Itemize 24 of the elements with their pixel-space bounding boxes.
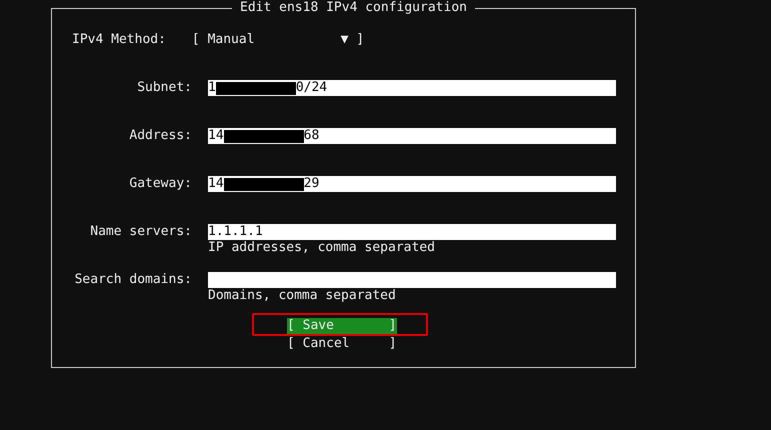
input-field[interactable] <box>208 272 616 288</box>
field-value: 14 <box>208 176 224 192</box>
field-value: 68 <box>304 128 320 144</box>
field-value: 29 <box>304 176 320 192</box>
field-value: 1.1.1.1 <box>208 224 263 240</box>
field-value: 1 <box>208 80 216 96</box>
field-label: Name servers: <box>89 224 192 241</box>
input-field[interactable]: 1.1.1.1 <box>208 224 616 240</box>
dialog-title: Edit ens18 IPv4 configuration <box>239 0 468 16</box>
field-hint: IP addresses, comma separated <box>208 240 436 256</box>
field-value: 14 <box>208 128 224 144</box>
input-field[interactable]: 14 29 <box>208 176 616 192</box>
field-label: Address: <box>128 128 192 145</box>
field-label: Search domains: <box>74 272 192 289</box>
input-field[interactable]: 14 68 <box>208 128 616 144</box>
field-label: Subnet: <box>136 80 192 97</box>
field-label: IPv4 Method: <box>72 32 166 48</box>
input-field[interactable]: 1 0/24 <box>208 80 616 96</box>
dialog-button[interactable]: [ Cancel ] <box>287 336 397 352</box>
dialog-button[interactable]: [ Save ] <box>287 318 397 334</box>
field-label: Gateway: <box>128 176 192 193</box>
field-hint: Domains, comma separated <box>208 288 397 304</box>
method-dropdown[interactable]: [ Manual ▼ ] <box>192 32 364 48</box>
field-value: 0/24 <box>296 80 328 96</box>
